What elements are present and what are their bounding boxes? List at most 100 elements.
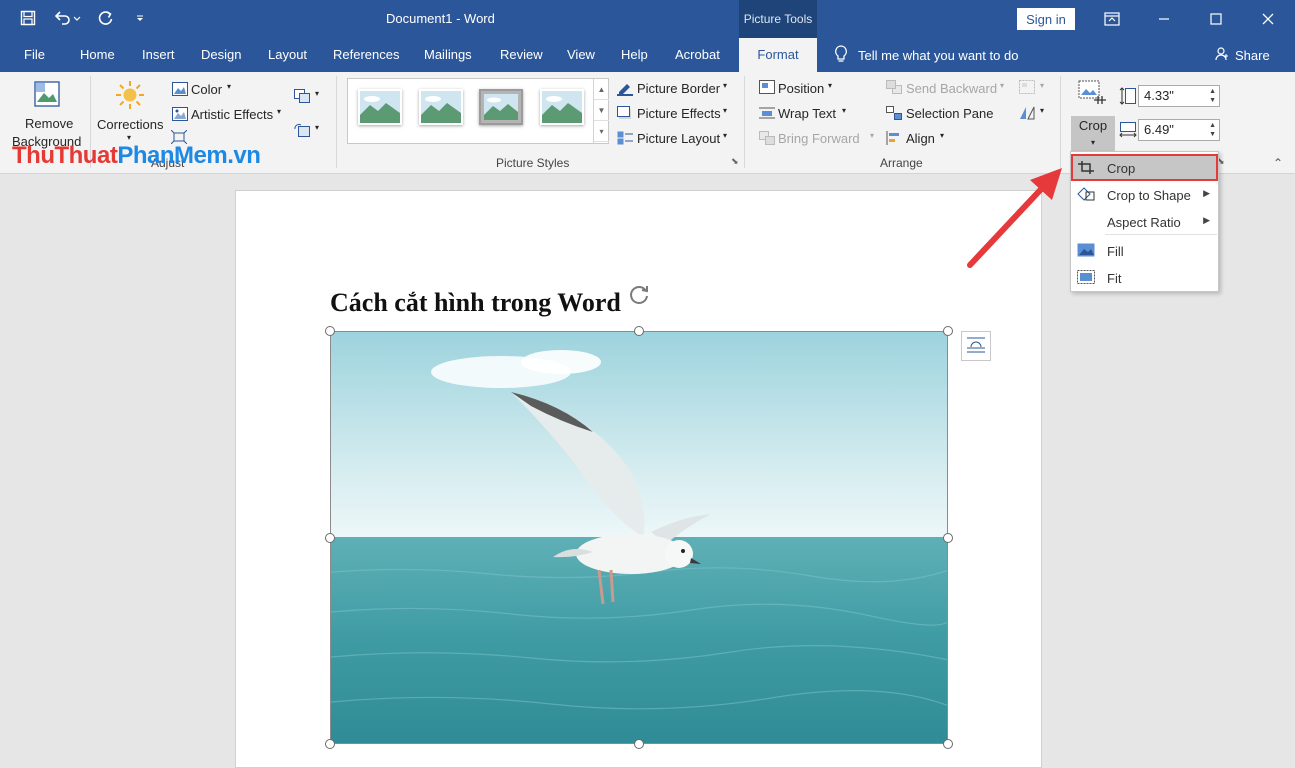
menu-item-fill[interactable]: Fill bbox=[1071, 237, 1218, 264]
reset-picture-icon[interactable] bbox=[294, 123, 310, 137]
menu-item-aspect-ratio[interactable]: Aspect Ratio ▶ bbox=[1071, 208, 1218, 235]
picture-tools-label: Picture Tools bbox=[739, 0, 817, 38]
corrections-label: Corrections bbox=[97, 117, 164, 132]
undo-icon[interactable] bbox=[52, 8, 82, 28]
picture-styles-gallery[interactable]: ▲ ▼ ▾ bbox=[347, 78, 609, 144]
tab-mailings[interactable]: Mailings bbox=[424, 38, 472, 72]
resize-handle[interactable] bbox=[325, 739, 335, 749]
tab-design[interactable]: Design bbox=[201, 38, 241, 72]
sign-in-button[interactable]: Sign in bbox=[1017, 8, 1075, 30]
dialog-launcher-icon[interactable]: ⬊ bbox=[731, 156, 739, 167]
lightbulb-icon bbox=[834, 44, 848, 66]
align-icon bbox=[886, 131, 902, 145]
picture-style-thumb-selected[interactable] bbox=[479, 89, 523, 125]
tab-format[interactable]: Format bbox=[739, 38, 817, 72]
document-heading[interactable]: Cách cắt hình trong Word bbox=[330, 288, 621, 318]
picture-layout-label: Picture Layout bbox=[637, 131, 721, 146]
artistic-effects-label: Artistic Effects bbox=[191, 107, 274, 122]
tab-view[interactable]: View bbox=[567, 38, 595, 72]
selection-pane-icon bbox=[886, 106, 902, 120]
menu-item-label: Fit bbox=[1107, 271, 1122, 286]
spin-arrows-icon[interactable]: ▲ ▼ bbox=[1209, 87, 1216, 105]
fill-icon bbox=[1077, 243, 1095, 257]
resize-handle[interactable] bbox=[325, 533, 335, 543]
artistic-effects-icon bbox=[172, 107, 188, 121]
redo-icon[interactable] bbox=[96, 8, 116, 28]
change-picture-icon[interactable] bbox=[294, 89, 310, 103]
resize-handle[interactable] bbox=[943, 739, 953, 749]
chevron-down-icon: ▾ bbox=[828, 81, 833, 90]
resize-handle[interactable] bbox=[325, 326, 335, 336]
customize-qat-icon[interactable] bbox=[130, 8, 150, 28]
chevron-down-icon: ▾ bbox=[315, 89, 320, 98]
chevron-down-icon: ▾ bbox=[870, 131, 875, 140]
selection-pane-label: Selection Pane bbox=[906, 106, 994, 121]
group-separator bbox=[336, 76, 337, 168]
spin-arrows-icon[interactable]: ▲ ▼ bbox=[1209, 121, 1216, 139]
gallery-more-icon[interactable]: ▾ bbox=[594, 121, 609, 142]
tab-references[interactable]: References bbox=[333, 38, 399, 72]
collapse-ribbon-icon[interactable]: ⌃ bbox=[1273, 156, 1283, 170]
rotate-objects-icon[interactable] bbox=[1019, 106, 1035, 120]
menu-item-crop[interactable]: Crop bbox=[1071, 154, 1218, 181]
fit-icon bbox=[1077, 270, 1095, 284]
resize-handle[interactable] bbox=[943, 533, 953, 543]
picture-styles-group-label: Picture Styles bbox=[496, 156, 570, 170]
picture-style-thumb[interactable] bbox=[419, 89, 463, 125]
tab-help[interactable]: Help bbox=[621, 38, 648, 72]
chevron-down-icon: ▾ bbox=[127, 133, 132, 142]
resize-handle[interactable] bbox=[943, 326, 953, 336]
rotate-handle-icon[interactable] bbox=[627, 282, 651, 306]
quick-access-toolbar bbox=[18, 8, 150, 28]
minimize-icon[interactable] bbox=[1141, 0, 1187, 38]
ribbon-display-options-icon[interactable] bbox=[1089, 0, 1135, 38]
crop-dropdown-menu: Crop Crop to Shape ▶ Aspect Ratio ▶ Fill… bbox=[1070, 151, 1219, 292]
menu-item-label: Crop bbox=[1107, 161, 1136, 176]
bring-forward-label: Bring Forward bbox=[778, 131, 860, 146]
wrap-text-icon bbox=[759, 106, 775, 120]
chevron-down-icon: ▾ bbox=[315, 123, 320, 132]
crop-to-shape-icon bbox=[1077, 187, 1095, 201]
tab-review[interactable]: Review bbox=[500, 38, 543, 72]
bring-forward-icon bbox=[759, 131, 775, 145]
chevron-down-icon: ▾ bbox=[1040, 106, 1045, 115]
crop-button[interactable]: Crop ▾ bbox=[1071, 116, 1115, 152]
layout-options-button[interactable] bbox=[961, 331, 991, 361]
maximize-icon[interactable] bbox=[1193, 0, 1239, 38]
sun-icon bbox=[115, 80, 145, 110]
shape-height-input[interactable]: 4.33" ▲ ▼ bbox=[1138, 85, 1220, 107]
group-separator bbox=[744, 76, 745, 168]
document-title: Document1 - Word bbox=[386, 11, 495, 26]
seagull-picture[interactable] bbox=[330, 331, 948, 744]
submenu-arrow-icon: ▶ bbox=[1203, 188, 1210, 198]
resize-handle[interactable] bbox=[634, 326, 644, 336]
menu-item-fit[interactable]: Fit bbox=[1071, 264, 1218, 291]
crop-large-icon bbox=[1078, 80, 1108, 108]
tab-home[interactable]: Home bbox=[80, 38, 115, 72]
tab-layout[interactable]: Layout bbox=[268, 38, 307, 72]
layout-options-icon bbox=[966, 336, 986, 357]
picture-style-thumb[interactable] bbox=[358, 89, 402, 125]
tell-me-search[interactable]: Tell me what you want to do bbox=[834, 38, 1018, 72]
send-backward-label: Send Backward bbox=[906, 81, 998, 96]
chevron-down-icon: ▾ bbox=[723, 131, 728, 140]
picture-style-thumb[interactable] bbox=[540, 89, 584, 125]
tab-acrobat[interactable]: Acrobat bbox=[675, 38, 720, 72]
position-label: Position bbox=[778, 81, 825, 96]
tab-file[interactable]: File bbox=[24, 38, 45, 72]
watermark-text: Phan bbox=[117, 142, 174, 169]
scroll-up-icon[interactable]: ▲ bbox=[594, 79, 609, 100]
gallery-scroll[interactable]: ▲ ▼ ▾ bbox=[593, 79, 609, 143]
submenu-arrow-icon: ▶ bbox=[1203, 215, 1210, 225]
menu-item-crop-to-shape[interactable]: Crop to Shape ▶ bbox=[1071, 181, 1218, 208]
chevron-down-icon: ▾ bbox=[842, 106, 847, 115]
shape-width-input[interactable]: 6.49" ▲ ▼ bbox=[1138, 119, 1220, 141]
close-icon[interactable] bbox=[1245, 0, 1291, 38]
save-icon[interactable] bbox=[18, 8, 38, 28]
scroll-down-icon[interactable]: ▼ bbox=[594, 100, 609, 121]
tab-insert[interactable]: Insert bbox=[142, 38, 175, 72]
resize-handle[interactable] bbox=[634, 739, 644, 749]
site-watermark: ThuThuatPhanMem.vn bbox=[12, 142, 261, 170]
share-button[interactable]: Share bbox=[1215, 38, 1270, 72]
picture-border-icon bbox=[617, 80, 633, 96]
